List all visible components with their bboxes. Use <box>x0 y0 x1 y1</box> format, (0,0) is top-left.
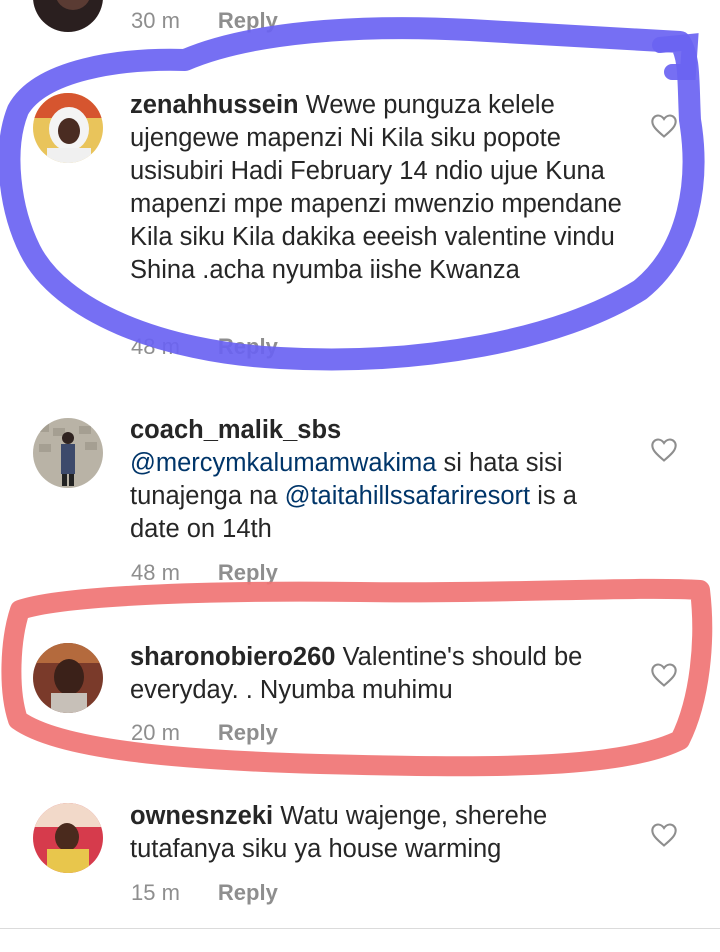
divider <box>0 928 720 929</box>
comment-text: Wewe punguza kelele ujengewe mapenzi Ni … <box>130 91 622 284</box>
reply-button[interactable]: Reply <box>218 560 278 585</box>
reply-button[interactable]: Reply <box>218 334 278 359</box>
avatar[interactable] <box>33 418 103 488</box>
comment-meta: 15 m Reply <box>131 878 278 908</box>
comment-body: zenahhussein Wewe punguza kelele ujengew… <box>130 89 630 287</box>
reply-button[interactable]: Reply <box>218 720 278 745</box>
comment-time: 15 m <box>131 880 180 905</box>
like-button[interactable] <box>650 437 678 463</box>
comment-body: ownesnzeki Watu wajenge, sherehe tutafan… <box>130 800 630 866</box>
heart-outline-icon <box>651 663 677 687</box>
heart-outline-icon <box>651 114 677 138</box>
avatar[interactable] <box>33 0 103 32</box>
heart-outline-icon <box>651 438 677 462</box>
avatar[interactable] <box>33 93 103 163</box>
mention-link[interactable]: @mercymkalumamwakima <box>130 449 436 477</box>
comment-meta: 48 m Reply <box>131 332 278 362</box>
comment-username[interactable]: sharonobiero260 <box>130 643 335 671</box>
avatar[interactable] <box>33 803 103 873</box>
comment-username[interactable]: coach_malik_sbs <box>130 416 341 444</box>
like-button[interactable] <box>650 662 678 688</box>
reply-button[interactable]: Reply <box>218 880 278 905</box>
comment-time: 48 m <box>131 334 180 359</box>
comment-body: coach_malik_sbs @mercymkalumamwakima si … <box>130 414 630 546</box>
comment-time: 30 m <box>131 8 180 33</box>
comment-username[interactable]: ownesnzeki <box>130 802 273 830</box>
like-button[interactable] <box>650 822 678 848</box>
comment-meta: 20 m Reply <box>131 718 278 748</box>
mention-link[interactable]: @taitahillssafariresort <box>285 482 531 510</box>
reply-button[interactable]: Reply <box>218 8 278 33</box>
comment-time: 20 m <box>131 720 180 745</box>
comment-username[interactable]: zenahhussein <box>130 91 299 119</box>
heart-outline-icon <box>651 823 677 847</box>
comment-time: 48 m <box>131 560 180 585</box>
comment-meta: 48 m Reply <box>131 558 278 588</box>
avatar[interactable] <box>33 643 103 713</box>
comment-meta: 30 m Reply <box>131 6 278 36</box>
comment-body: sharonobiero260 Valentine's should be ev… <box>130 641 630 707</box>
like-button[interactable] <box>650 113 678 139</box>
